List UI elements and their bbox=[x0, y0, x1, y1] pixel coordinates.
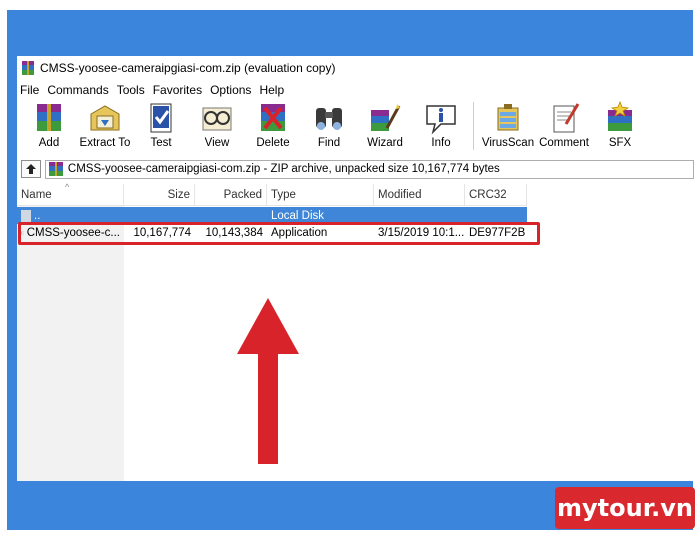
column-modified[interactable]: Modified bbox=[374, 184, 465, 206]
comment-label: Comment bbox=[539, 137, 589, 149]
watermark-text: mytour.vn bbox=[557, 494, 693, 522]
wizard-icon bbox=[371, 104, 401, 131]
column-modified-label: Modified bbox=[378, 189, 422, 201]
test-button[interactable]: Test bbox=[133, 100, 189, 149]
virusscan-icon bbox=[497, 104, 519, 131]
menu-commands[interactable]: Commands bbox=[47, 83, 108, 97]
parent-type-cell: Local Disk bbox=[271, 209, 325, 222]
archive-icon bbox=[48, 162, 63, 176]
path-field[interactable]: CMSS-yoosee-cameraipgiasi-com.zip - ZIP … bbox=[44, 159, 694, 179]
comment-icon bbox=[553, 103, 580, 133]
comment-button[interactable]: Comment bbox=[536, 100, 592, 149]
column-packed[interactable]: Packed bbox=[195, 184, 267, 206]
sfx-button[interactable]: SFX bbox=[592, 100, 648, 149]
view-icon bbox=[202, 107, 232, 131]
title-bar: CMSS-yoosee-cameraipgiasi-com.zip (evalu… bbox=[17, 56, 694, 80]
find-icon bbox=[316, 108, 342, 130]
menu-file[interactable]: File bbox=[20, 83, 39, 97]
column-type[interactable]: Type bbox=[267, 184, 374, 206]
add-icon bbox=[37, 104, 61, 131]
parent-name: .. bbox=[34, 209, 41, 222]
extract-label: Extract To bbox=[79, 137, 131, 149]
menu-options[interactable]: Options bbox=[210, 83, 251, 97]
info-label: Info bbox=[431, 137, 451, 149]
wizard-button[interactable]: Wizard bbox=[357, 100, 413, 149]
name-column-background bbox=[17, 206, 124, 481]
path-text: CMSS-yoosee-cameraipgiasi-com.zip - ZIP … bbox=[67, 163, 500, 175]
sort-caret-icon: ^ bbox=[65, 182, 70, 192]
parent-name-cell: .. bbox=[17, 209, 124, 222]
test-icon bbox=[150, 103, 172, 133]
up-folder-icon bbox=[25, 164, 36, 174]
column-packed-label: Packed bbox=[223, 189, 262, 201]
toolbar: Add Extract To Test View Delete Find Wiz… bbox=[17, 100, 694, 156]
test-label: Test bbox=[150, 137, 172, 149]
info-icon bbox=[426, 105, 456, 135]
menu-tools[interactable]: Tools bbox=[117, 83, 145, 97]
virusscan-button[interactable]: VirusScan bbox=[480, 100, 536, 149]
view-button[interactable]: View bbox=[189, 100, 245, 149]
extract-icon bbox=[90, 105, 120, 131]
delete-button[interactable]: Delete bbox=[245, 100, 301, 149]
parent-folder-icon bbox=[21, 209, 31, 222]
column-crc-label: CRC32 bbox=[469, 189, 507, 201]
winrar-window: CMSS-yoosee-cameraipgiasi-com.zip (evalu… bbox=[17, 56, 694, 481]
menu-bar: File Commands Tools Favorites Options He… bbox=[17, 80, 694, 100]
find-label: Find bbox=[317, 137, 341, 149]
sfx-icon bbox=[608, 100, 632, 131]
winrar-icon bbox=[22, 61, 34, 75]
column-name-label: Name bbox=[21, 189, 52, 201]
column-crc[interactable]: CRC32 bbox=[465, 184, 527, 206]
extract-button[interactable]: Extract To bbox=[77, 100, 133, 149]
toolbar-separator bbox=[473, 102, 474, 150]
delete-label: Delete bbox=[256, 137, 290, 149]
sfx-label: SFX bbox=[608, 137, 632, 149]
menu-help[interactable]: Help bbox=[259, 83, 284, 97]
wizard-label: Wizard bbox=[367, 137, 403, 149]
column-name[interactable]: ^ Name bbox=[17, 182, 124, 206]
menu-favorites[interactable]: Favorites bbox=[153, 83, 202, 97]
add-label: Add bbox=[38, 137, 60, 149]
virusscan-label: VirusScan bbox=[481, 137, 535, 149]
column-type-label: Type bbox=[271, 189, 296, 201]
delete-icon bbox=[261, 104, 285, 131]
column-header: ^ Name Size Packed Type Modified CRC32 bbox=[17, 182, 527, 206]
watermark: mytour.vn bbox=[555, 487, 695, 529]
highlight-box bbox=[18, 222, 540, 245]
view-label: View bbox=[204, 137, 230, 149]
window-title: CMSS-yoosee-cameraipgiasi-com.zip (evalu… bbox=[40, 61, 336, 75]
column-size-label: Size bbox=[167, 189, 190, 201]
add-button[interactable]: Add bbox=[21, 100, 77, 149]
path-bar: CMSS-yoosee-cameraipgiasi-com.zip - ZIP … bbox=[17, 158, 694, 180]
up-folder-button[interactable] bbox=[21, 160, 41, 178]
find-button[interactable]: Find bbox=[301, 100, 357, 149]
info-button[interactable]: Info bbox=[413, 100, 469, 149]
red-arrow bbox=[237, 298, 299, 464]
column-size[interactable]: Size bbox=[124, 184, 195, 206]
